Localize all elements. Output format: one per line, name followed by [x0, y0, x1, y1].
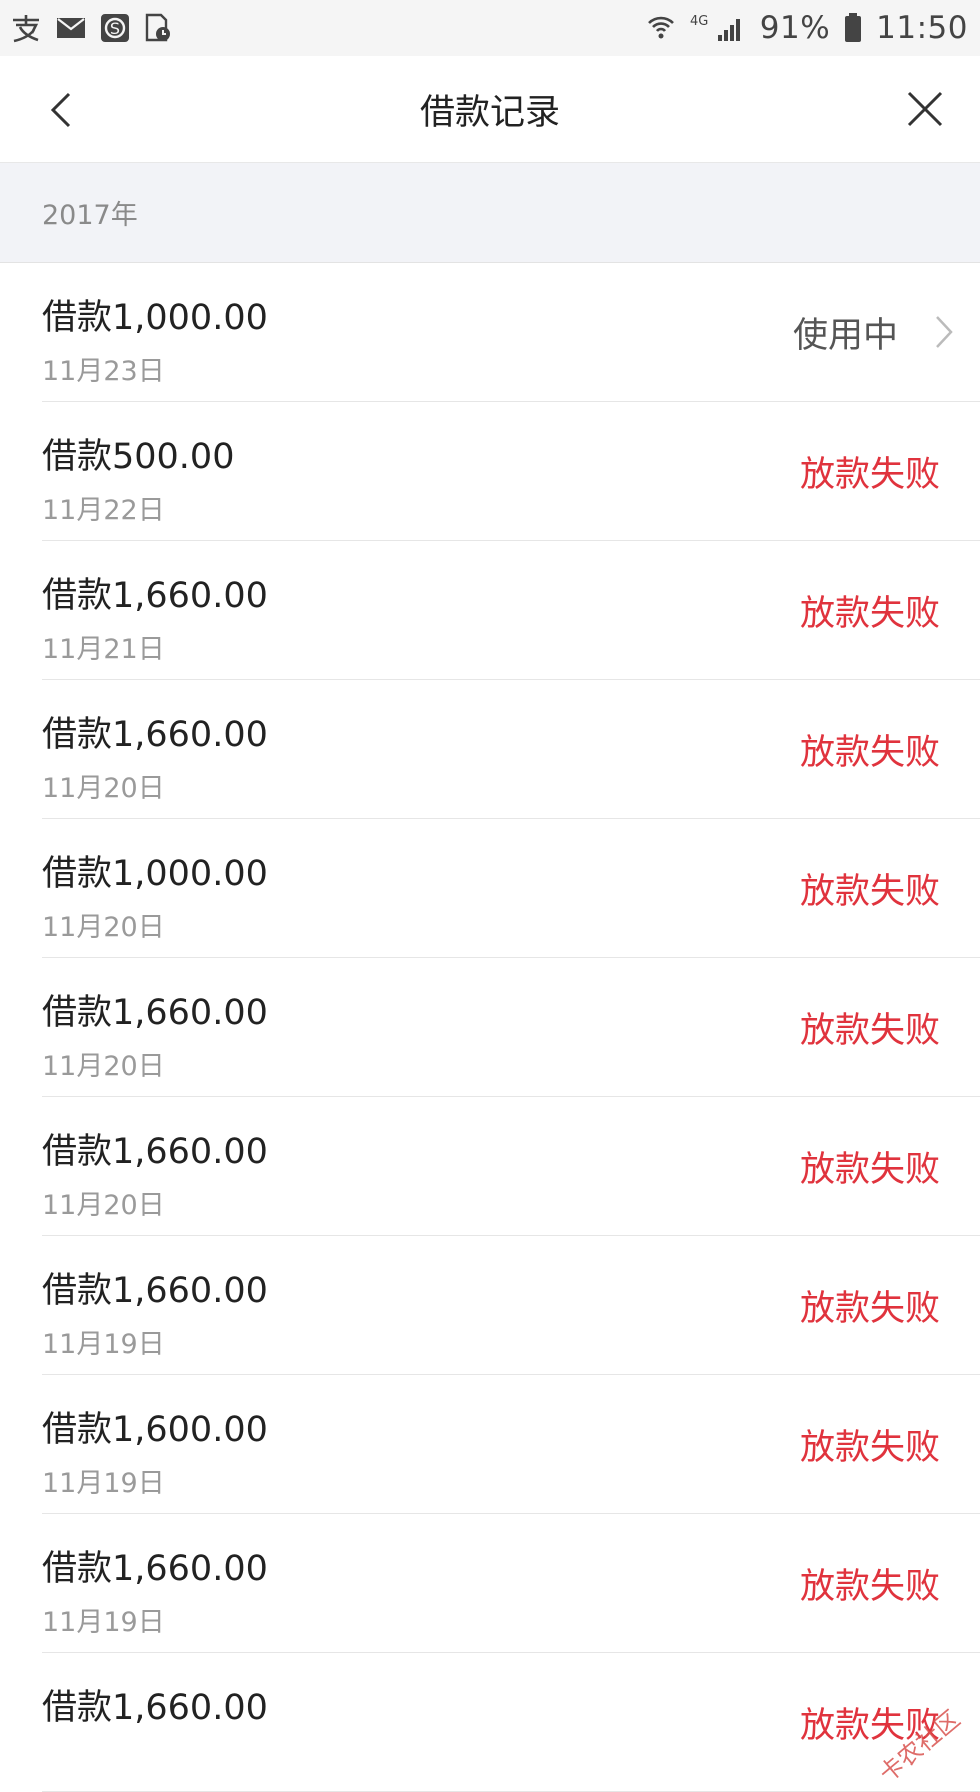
loan-amount: 借款1,660.00 — [42, 1688, 268, 1728]
loan-date: 11月20日 — [42, 1051, 165, 1082]
loan-record-row[interactable]: 借款1,660.00 11月20日 放款失败 — [42, 680, 980, 819]
loan-amount: 借款1,660.00 — [42, 715, 268, 755]
loan-amount: 借款1,000.00 — [42, 298, 268, 338]
chevron-right-icon — [932, 312, 956, 352]
year-section-header: 2017年 — [0, 163, 980, 263]
loan-date: 11月20日 — [42, 1190, 165, 1221]
battery-percent: 91% — [759, 10, 831, 46]
page-title: 借款记录 — [419, 92, 560, 133]
close-icon — [907, 91, 943, 127]
loan-record-row[interactable]: 借款1,660.00 放款失败 — [42, 1653, 980, 1792]
battery-icon — [844, 13, 862, 43]
loan-amount: 借款1,600.00 — [42, 1410, 268, 1450]
loan-amount: 借款1,660.00 — [42, 993, 268, 1033]
loan-amount: 借款500.00 — [42, 437, 235, 477]
loan-status: 放款失败 — [799, 1567, 940, 1607]
loan-record-row[interactable]: 借款1,660.00 11月19日 放款失败 — [42, 1514, 980, 1653]
close-button[interactable] — [898, 82, 952, 136]
loan-date: 11月23日 — [42, 356, 165, 387]
loan-record-row[interactable]: 借款1,660.00 11月19日 放款失败 — [42, 1236, 980, 1375]
loan-status: 放款失败 — [799, 1150, 940, 1190]
loan-status: 放款失败 — [799, 1289, 940, 1329]
loan-status: 放款失败 — [799, 1428, 940, 1468]
svg-text:S: S — [110, 19, 120, 38]
loan-amount: 借款1,000.00 — [42, 854, 268, 894]
alipay-icon — [10, 13, 42, 43]
loan-record-row[interactable]: 借款1,660.00 11月20日 放款失败 — [42, 958, 980, 1097]
clock-app-icon — [144, 13, 172, 43]
mail-icon — [56, 16, 86, 40]
loan-record-row[interactable]: 借款500.00 11月22日 放款失败 — [42, 402, 980, 541]
loan-date: 11月20日 — [42, 773, 165, 804]
loan-date: 11月19日 — [42, 1468, 165, 1499]
loan-status: 放款失败 — [799, 733, 940, 773]
loan-record-row[interactable]: 借款1,000.00 11月20日 放款失败 — [42, 819, 980, 958]
loan-amount: 借款1,660.00 — [42, 1271, 268, 1311]
notification-icons: S — [10, 13, 172, 43]
loan-amount: 借款1,660.00 — [42, 1549, 268, 1589]
system-status: 4G 91% 11:50 — [646, 10, 968, 46]
loan-record-row[interactable]: 借款1,600.00 11月19日 放款失败 — [42, 1375, 980, 1514]
loan-status: 放款失败 — [799, 455, 940, 495]
loan-date: 11月19日 — [42, 1607, 165, 1638]
network-type-icon: 4G — [690, 13, 746, 43]
loan-date: 11月19日 — [42, 1329, 165, 1360]
status-bar: S 4G 91% 11:50 — [0, 0, 980, 56]
loan-record-row[interactable]: 借款1,660.00 11月20日 放款失败 — [42, 1097, 980, 1236]
loan-date: 11月21日 — [42, 634, 165, 665]
clock-time: 11:50 — [876, 10, 968, 46]
loan-date: 11月20日 — [42, 912, 165, 943]
payment-app-icon: S — [100, 13, 130, 43]
loan-status: 放款失败 — [799, 872, 940, 912]
loan-records-list: 借款1,000.00 11月23日 使用中 借款500.00 11月22日 放款… — [0, 263, 980, 1792]
loan-status: 放款失败 — [799, 594, 940, 634]
loan-date: 11月22日 — [42, 495, 165, 526]
loan-record-row[interactable]: 借款1,000.00 11月23日 使用中 — [42, 263, 980, 402]
loan-status: 使用中 — [792, 316, 898, 356]
loan-record-row[interactable]: 借款1,660.00 11月21日 放款失败 — [42, 541, 980, 680]
wifi-icon — [646, 13, 676, 43]
loan-status: 放款失败 — [799, 1011, 940, 1051]
navigation-bar: 借款记录 — [0, 56, 980, 163]
network-label: 4G — [690, 14, 708, 29]
loan-amount: 借款1,660.00 — [42, 1132, 268, 1172]
loan-amount: 借款1,660.00 — [42, 576, 268, 616]
